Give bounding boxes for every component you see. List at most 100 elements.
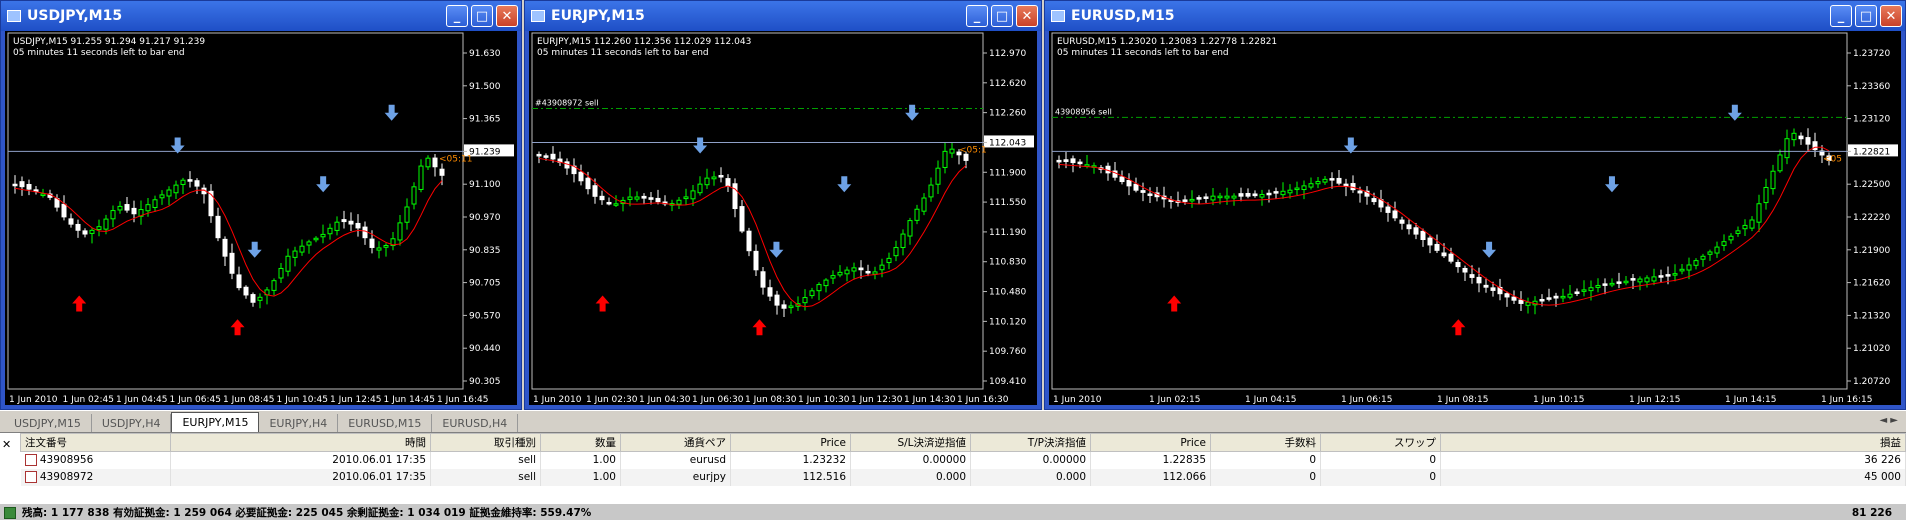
chart-area[interactable]: EURJPY,M15 112.260 112.356 112.029 112.0… — [529, 31, 1037, 405]
order-current-price: 112.066 — [1090, 468, 1211, 486]
close-button[interactable]: ✕ — [1016, 5, 1038, 27]
column-header[interactable]: 損益 — [1440, 433, 1906, 452]
account-summary-row: 残高: 1 177 838 有効証拠金: 1 259 064 必要証拠金: 22… — [0, 504, 1906, 520]
title-bar[interactable]: USDJPY,M15 _ □ ✕ — [1, 1, 521, 31]
candle-body — [599, 195, 605, 201]
time-tick-label: 1 Jun 10:45 — [277, 395, 328, 405]
table-row[interactable]: 43908956 2010.06.01 17:35 sell 1.00 euru… — [20, 451, 1906, 469]
candle-body — [180, 179, 186, 185]
candle-body — [1504, 293, 1510, 298]
chart-area[interactable]: USDJPY,M15 91.255 91.294 91.217 91.239 05… — [5, 31, 517, 405]
moving-average-line — [14, 180, 443, 297]
price-tick-label: 90.570 — [469, 311, 501, 321]
candle-body — [75, 223, 81, 231]
candle-body — [131, 207, 137, 215]
column-header[interactable]: 取引種別 — [430, 433, 541, 452]
candle-body — [1140, 190, 1146, 193]
candle-body — [145, 204, 151, 212]
column-header[interactable]: 時間 — [170, 433, 431, 452]
trading-platform: USDJPY,M15 _ □ ✕ USDJPY,M15 91.255 91.29… — [0, 0, 1906, 520]
order-time: 2010.06.01 17:35 — [170, 451, 431, 469]
sell-signal-arrow-icon — [247, 241, 262, 258]
tab-eurusd-h4[interactable]: EURUSD,H4 — [432, 414, 519, 432]
candle-body — [1525, 301, 1531, 306]
tab-eurjpy-h4[interactable]: EURJPY,H4 — [259, 414, 339, 432]
chart-window-eurusd[interactable]: EURUSD,M15 _ □ ✕ EURUSD,M15 1.23020 1.23… — [1044, 0, 1906, 410]
column-header[interactable]: Price — [1090, 433, 1211, 452]
column-header[interactable]: 通貨ペア — [620, 433, 731, 452]
column-header[interactable]: T/P決済指値 — [970, 433, 1091, 452]
tab-eurjpy-m15[interactable]: EURJPY,M15 — [171, 412, 260, 432]
buy-signal-arrow-icon — [230, 319, 245, 336]
column-header[interactable]: S/L決済逆指値 — [850, 433, 971, 452]
column-header[interactable]: スワップ — [1320, 433, 1441, 452]
candle-body — [278, 267, 284, 279]
price-tick-label: 91.100 — [469, 180, 501, 190]
candle-body — [1182, 199, 1188, 202]
candle-body — [12, 183, 18, 187]
candle-body — [725, 178, 731, 187]
table-row[interactable]: 43908972 2010.06.01 17:35 sell 1.00 eurj… — [20, 468, 1906, 486]
maximize-button[interactable]: □ — [991, 5, 1013, 27]
time-tick-label: 1 Jun 08:30 — [745, 395, 797, 405]
account-summary-text: 残高: 1 177 838 有効証拠金: 1 259 064 必要証拠金: 22… — [22, 507, 592, 519]
tab-eurusd-m15[interactable]: EURUSD,M15 — [338, 414, 433, 432]
maximize-button[interactable]: □ — [471, 5, 493, 27]
chart-window-usdjpy[interactable]: USDJPY,M15 _ □ ✕ USDJPY,M15 91.255 91.29… — [0, 0, 522, 410]
candle-body — [1700, 255, 1706, 260]
order-open-price: 1.23232 — [730, 451, 851, 469]
tab-scroll-arrows[interactable]: ◄ ► — [1879, 415, 1898, 426]
minimize-button[interactable]: _ — [966, 5, 988, 27]
candle-body — [1427, 237, 1433, 246]
price-tick-label: 110.120 — [989, 317, 1026, 327]
candle-body — [1511, 296, 1517, 301]
candle-body — [1434, 243, 1440, 251]
terminal-close-icon[interactable]: ✕ — [2, 438, 11, 451]
candle-body — [1196, 197, 1202, 200]
title-bar[interactable]: EURUSD,M15 _ □ ✕ — [1045, 1, 1905, 31]
candle-body — [1413, 227, 1419, 235]
candle-body — [369, 238, 375, 248]
time-tick-label: 1 Jun 12:15 — [1629, 395, 1680, 405]
candle-body — [1714, 246, 1720, 254]
candle-body — [404, 206, 410, 223]
close-button[interactable]: ✕ — [496, 5, 518, 27]
candle-body — [1287, 189, 1293, 194]
price-tick-label: 110.830 — [989, 258, 1026, 268]
column-header[interactable]: 手数料 — [1210, 433, 1321, 452]
candle-body — [103, 218, 109, 230]
candle-body — [928, 184, 934, 198]
chart-area[interactable]: EURUSD,M15 1.23020 1.23083 1.22778 1.228… — [1049, 31, 1901, 405]
candle-body — [1070, 158, 1076, 164]
candle-body — [215, 215, 221, 239]
minimize-button[interactable]: _ — [1830, 5, 1852, 27]
window-title: EURUSD,M15 — [1071, 8, 1175, 24]
candlestick-chart[interactable]: EURJPY,M15 112.260 112.356 112.029 112.0… — [529, 31, 1039, 407]
candlestick-chart[interactable]: EURUSD,M15 1.23020 1.23083 1.22778 1.228… — [1049, 31, 1903, 407]
candle-body — [1756, 203, 1762, 223]
close-button[interactable]: ✕ — [1880, 5, 1902, 27]
title-bar[interactable]: EURJPY,M15 _ □ ✕ — [525, 1, 1041, 31]
tab-usdjpy-h4[interactable]: USDJPY,H4 — [92, 414, 172, 432]
maximize-button[interactable]: □ — [1855, 5, 1877, 27]
candle-body — [942, 150, 948, 168]
candle-body — [425, 157, 431, 168]
minimize-button[interactable]: _ — [446, 5, 468, 27]
candle-body — [411, 186, 417, 205]
candlestick-chart[interactable]: USDJPY,M15 91.255 91.294 91.217 91.23905… — [5, 31, 519, 407]
candle-body — [166, 189, 172, 197]
price-tick-label: 112.620 — [989, 79, 1026, 89]
moving-average-line — [538, 157, 967, 308]
candle-body — [1336, 177, 1342, 184]
candle-body — [1721, 241, 1727, 246]
price-tick-label: 1.21900 — [1853, 246, 1890, 256]
column-header[interactable]: 数量 — [540, 433, 621, 452]
column-header[interactable]: 注文番号 — [20, 433, 171, 452]
bar-countdown-label: <05:11 — [439, 154, 472, 164]
candle-body — [858, 267, 864, 271]
chart-window-eurjpy[interactable]: EURJPY,M15 _ □ ✕ EURJPY,M15 112.260 112.… — [524, 0, 1042, 410]
tab-usdjpy-m15[interactable]: USDJPY,M15 — [4, 414, 92, 432]
order-current-price: 1.22835 — [1090, 451, 1211, 469]
column-header[interactable]: Price — [730, 433, 851, 452]
candle-body — [683, 196, 689, 200]
